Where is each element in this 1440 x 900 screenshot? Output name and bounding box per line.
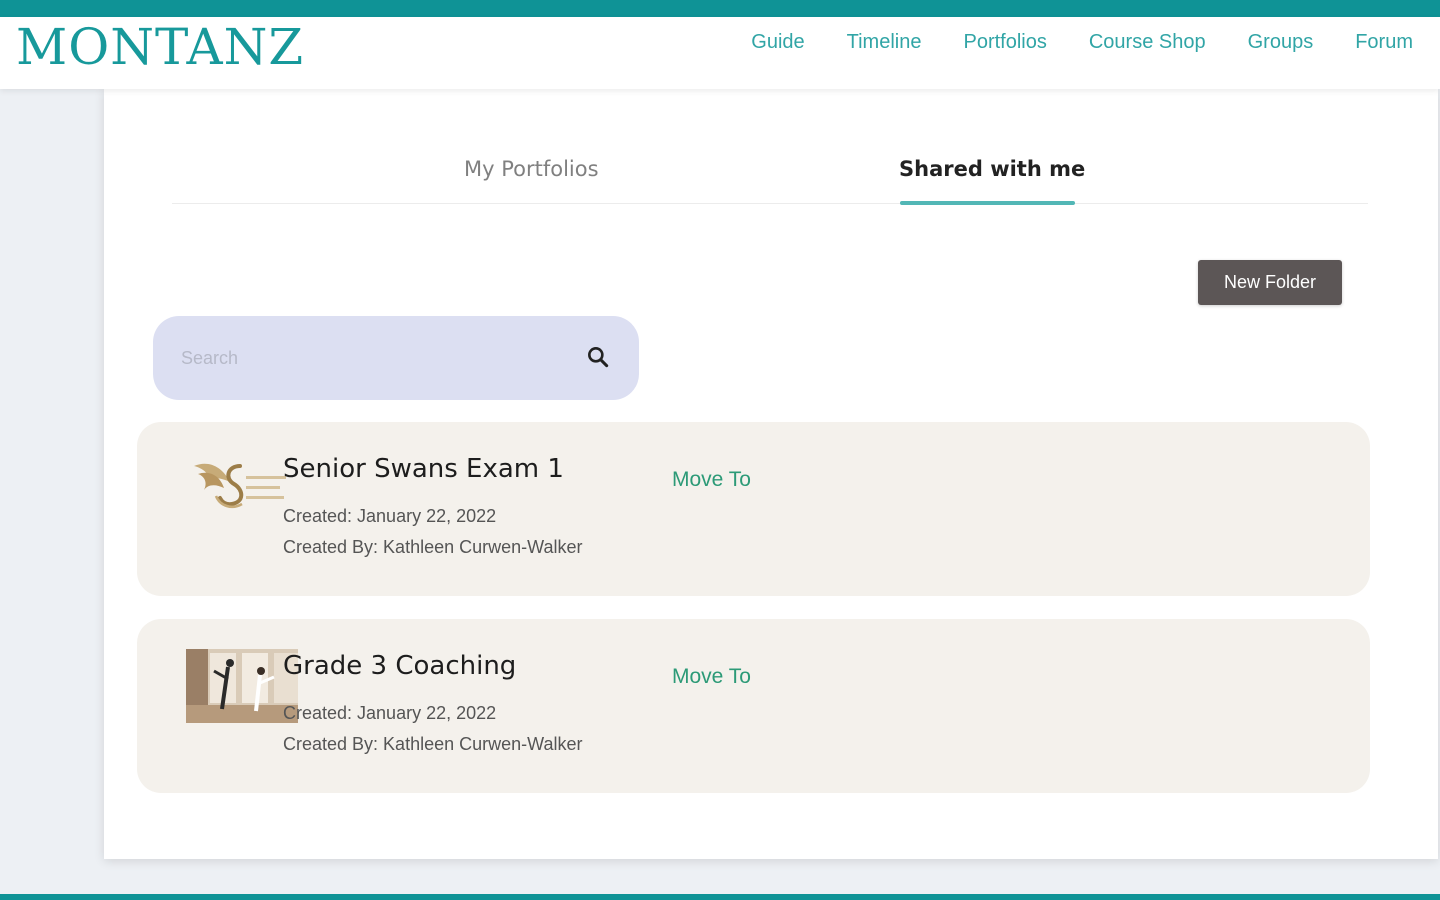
site-header: MONTANZ Guide Timeline Portfolios Course…	[0, 17, 1440, 89]
portfolio-created-date: Created: January 22, 2022	[283, 703, 497, 723]
nav-item-groups[interactable]: Groups	[1248, 31, 1314, 54]
move-to-link[interactable]: Move To	[672, 468, 751, 492]
portfolio-card[interactable]: Senior Swans Exam 1 Created: January 22,…	[137, 422, 1370, 596]
swan-logo-thumbnail	[194, 463, 286, 508]
active-tab-indicator	[900, 201, 1075, 205]
search-bar	[153, 316, 639, 400]
search-icon[interactable]	[585, 344, 611, 370]
portfolio-card[interactable]: Grade 3 Coaching Created: January 22, 20…	[137, 619, 1370, 793]
nav-item-timeline[interactable]: Timeline	[847, 31, 922, 54]
nav-item-portfolios[interactable]: Portfolios	[963, 31, 1046, 54]
new-folder-button[interactable]: New Folder	[1198, 260, 1342, 305]
nav-item-course-shop[interactable]: Course Shop	[1089, 31, 1206, 54]
portfolio-created-date: Created: January 22, 2022	[283, 506, 497, 526]
portfolio-created-by: Created By: Kathleen Curwen-Walker	[283, 537, 583, 557]
nav-item-forum[interactable]: Forum	[1355, 31, 1413, 54]
bottom-accent-bar	[0, 894, 1440, 900]
portfolios-panel: My Portfolios Shared with me New Folder …	[104, 89, 1438, 859]
nav-item-guide[interactable]: Guide	[751, 31, 804, 54]
search-input[interactable]	[181, 342, 561, 374]
dance-photo-thumbnail	[186, 649, 298, 723]
top-accent-bar	[0, 0, 1440, 17]
tab-shared-with-me[interactable]: Shared with me	[899, 157, 1085, 181]
tab-my-portfolios[interactable]: My Portfolios	[464, 157, 599, 181]
portfolio-title[interactable]: Senior Swans Exam 1	[283, 454, 564, 484]
portfolio-created-by: Created By: Kathleen Curwen-Walker	[283, 734, 583, 754]
portfolio-title[interactable]: Grade 3 Coaching	[283, 651, 516, 681]
main-nav: Guide Timeline Portfolios Course Shop Gr…	[751, 31, 1413, 54]
move-to-link[interactable]: Move To	[672, 665, 751, 689]
brand-logo[interactable]: MONTANZ	[16, 18, 304, 76]
tabs-divider	[172, 203, 1368, 204]
